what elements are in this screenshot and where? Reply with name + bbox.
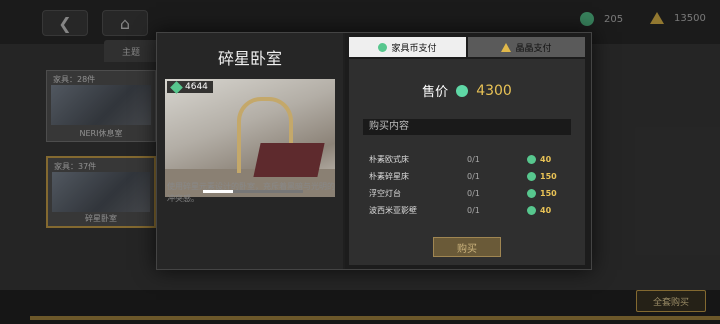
item-list: 朴素欧式床 0/1 40 朴素碎星床 0/1 150 浮空灯台 0/1 150 (369, 151, 569, 219)
tab-crystal[interactable]: 晶晶支付 (468, 37, 585, 57)
price-row: 售价 4300 (349, 81, 585, 101)
item-name: 朴素碎星床 (369, 172, 409, 181)
item-qty: 0/1 (467, 206, 480, 215)
payment-content: 售价 4300 购买内容 朴素欧式床 0/1 40 朴素碎星床 0/1 150 (349, 59, 585, 265)
furniture-coin-icon (527, 155, 536, 164)
buy-content-header: 购买内容 (363, 119, 571, 135)
list-item: 朴素碎星床 0/1 150 (369, 168, 569, 185)
list-item: 浮空灯台 0/1 150 (369, 185, 569, 202)
item-name: 朴素欧式床 (369, 155, 409, 164)
tab-furniture-coin[interactable]: 家具币支付 (349, 37, 466, 57)
tab-label: 晶晶支付 (515, 43, 552, 54)
room-title: 碎星卧室 (217, 49, 282, 68)
preview-badge-value: 4644 (185, 82, 208, 92)
furniture-coin-icon (527, 189, 536, 198)
item-price: 40 (540, 206, 552, 215)
price-value: 4300 (476, 82, 512, 99)
item-price: 40 (540, 155, 552, 164)
furniture-coin-icon (527, 206, 536, 215)
purchase-modal: 碎星卧室 4644 使用碎星元素设计的卧室，充斥着黑暗与光明的冲突感。 家具币支… (156, 32, 592, 270)
payment-tabs: 家具币支付 晶晶支付 (349, 37, 585, 57)
item-qty: 0/1 (467, 189, 480, 198)
crystal-icon (501, 42, 512, 52)
furniture-coin-icon (456, 84, 469, 97)
room-description: 使用碎星元素设计的卧室，充斥着黑暗与光明的冲突感。 (167, 182, 335, 203)
list-item: 波西米亚影壁 0/1 40 (369, 202, 569, 219)
gem-icon (170, 80, 183, 94)
item-qty: 0/1 (467, 155, 480, 164)
room-preview-image (165, 79, 335, 197)
item-name: 浮空灯台 (369, 189, 401, 198)
preview-badge: 4644 (167, 80, 213, 94)
payment-panel: 家具币支付 晶晶支付 售价 4300 购买内容 朴素欧式床 0/1 40 朴素碎… (345, 33, 591, 269)
buy-button[interactable]: 购买 (433, 237, 501, 257)
tab-label: 家具币支付 (391, 43, 437, 54)
furniture-coin-icon (527, 172, 536, 181)
list-item: 朴素欧式床 0/1 40 (369, 151, 569, 168)
furniture-coin-icon (378, 42, 388, 52)
item-name: 波西米亚影壁 (369, 206, 417, 215)
price-label: 售价 (422, 85, 449, 100)
item-qty: 0/1 (467, 172, 480, 181)
item-price: 150 (540, 172, 557, 181)
item-price: 150 (540, 189, 557, 198)
room-info-panel: 碎星卧室 4644 使用碎星元素设计的卧室，充斥着黑暗与光明的冲突感。 (157, 33, 343, 269)
